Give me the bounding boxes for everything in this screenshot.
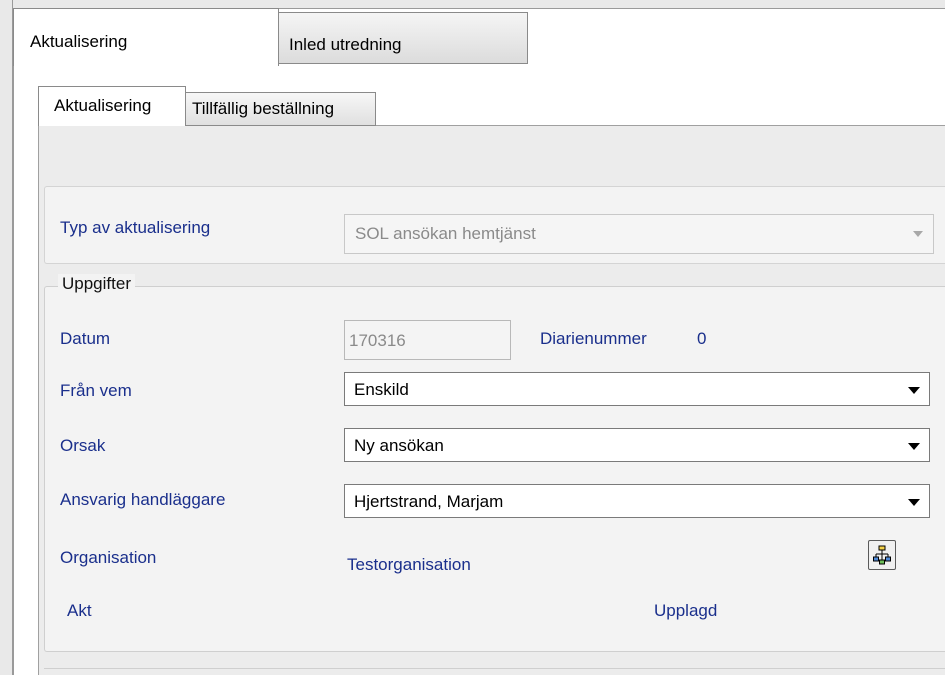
subtab-tillfallig-bestallning[interactable]: Tillfällig beställning: [186, 92, 376, 126]
ansvarig-value: Hjertstrand, Marjam: [354, 492, 504, 511]
uppgifter-title: Uppgifter: [58, 274, 135, 294]
ansvarig-dropdown[interactable]: Hjertstrand, Marjam: [344, 484, 930, 518]
organisation-value: Testorganisation: [347, 555, 471, 574]
akt-status: Upplagd: [654, 601, 718, 620]
orsak-label: Orsak: [60, 436, 106, 455]
datum-label: Datum: [60, 329, 111, 348]
typ-value: SOL ansökan hemtjänst: [355, 224, 536, 243]
tab-aktualisering[interactable]: Aktualisering: [13, 8, 279, 66]
dropdown-arrow-icon: [908, 387, 920, 394]
organisation-picker-button[interactable]: [868, 540, 896, 570]
ansvarig-label: Ansvarig handläggare: [60, 490, 226, 509]
dropdown-arrow-icon: [913, 231, 923, 237]
orsak-value: Ny ansökan: [354, 436, 444, 455]
tab-inled-utredning[interactable]: Inled utredning: [279, 12, 528, 64]
orsak-dropdown[interactable]: Ny ansökan: [344, 428, 930, 462]
tab-label: Aktualisering: [30, 32, 128, 51]
datum-value: 170316: [349, 331, 406, 350]
dropdown-arrow-icon: [908, 443, 920, 450]
next-group-border: [44, 668, 945, 669]
datum-field: 170316: [344, 320, 511, 360]
tab-label: Inled utredning: [289, 35, 402, 54]
typ-combobox: SOL ansökan hemtjänst: [344, 214, 934, 254]
dropdown-arrow-icon: [908, 499, 920, 506]
window-left-border: [0, 0, 13, 675]
subtab-aktualisering[interactable]: Aktualisering: [38, 86, 186, 126]
fran-vem-value: Enskild: [354, 380, 409, 399]
subtab-label: Tillfällig beställning: [192, 99, 335, 118]
diarienummer-value: 0: [697, 329, 707, 348]
org-chart-icon: [873, 545, 891, 565]
subtab-label: Aktualisering: [54, 96, 152, 115]
diarienummer-label: Diarienummer: [540, 329, 647, 348]
typ-label: Typ av aktualisering: [60, 218, 211, 237]
fran-vem-dropdown[interactable]: Enskild: [344, 372, 930, 406]
organisation-label: Organisation: [60, 548, 157, 567]
akt-label: Akt: [67, 601, 92, 620]
fran-vem-label: Från vem: [60, 381, 132, 400]
